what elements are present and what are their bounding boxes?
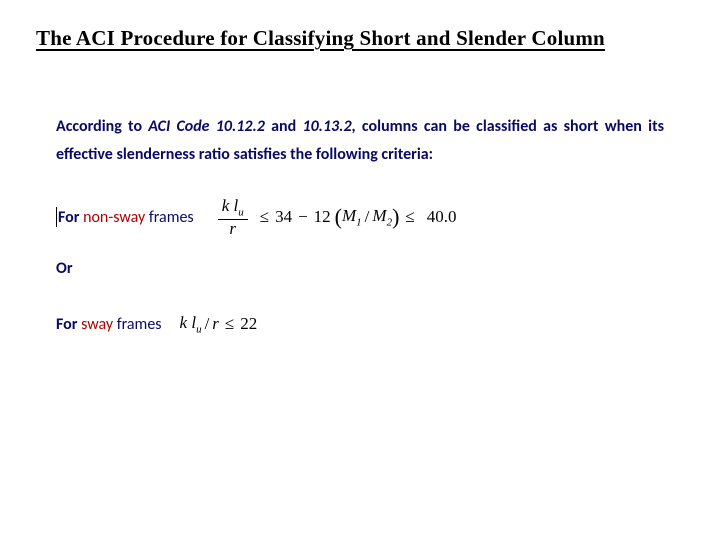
slide-page: The ACI Procedure for Classifying Short … (0, 0, 720, 346)
right-paren: ) (392, 206, 399, 228)
leq-3: ≤ (225, 314, 234, 334)
frames-word-2: frames (117, 315, 162, 334)
sway-inequality: k lu / r ≤ 22 (180, 313, 258, 335)
m1-sub: 1 (356, 216, 362, 228)
leq-1: ≤ (260, 207, 269, 227)
slenderness-fraction: k lu r (218, 197, 248, 238)
code-reference-2: 10.13.2 (302, 117, 351, 136)
nonsway-inequality: k lu r ≤ 34 − 12 ( M1 / M2 ) ≤ 40.0 (212, 197, 457, 238)
leq-2: ≤ (405, 207, 414, 227)
const-34: 34 (275, 207, 292, 227)
for-word: For (58, 208, 79, 227)
klu-var: k l (222, 196, 239, 215)
for-word-2: For (56, 315, 77, 334)
left-paren: ( (335, 206, 342, 228)
sway-lead: For sway frames (56, 315, 162, 334)
code-reference-1: ACI Code 10.12.2 (148, 117, 265, 136)
minus-op: − (298, 207, 308, 227)
sway-criteria-line: For sway frames k lu / r ≤ 22 (56, 302, 664, 346)
const-22: 22 (240, 314, 257, 334)
para-mid: and (265, 117, 303, 136)
klu-sub-2: u (196, 323, 202, 335)
nonsway-lead: For non-sway frames (58, 208, 194, 227)
m1-var: M1 (342, 206, 362, 228)
frames-word: frames (149, 208, 194, 227)
klu-var-2: k lu (180, 313, 202, 335)
intro-paragraph: According to ACI Code 10.12.2 and 10.13.… (56, 113, 664, 169)
or-separator: Or (56, 259, 664, 278)
m1-letter: M (342, 206, 356, 225)
const-12: 12 (314, 207, 331, 227)
nonsway-criteria-line: For non-sway frames k lu r ≤ 34 − 12 ( M… (56, 195, 664, 239)
fraction-numerator: k lu (218, 197, 248, 219)
fraction-denominator: r (225, 220, 240, 238)
klu-sub: u (238, 206, 244, 218)
r-var: r (212, 314, 219, 334)
const-40: 40.0 (427, 207, 457, 227)
klu-letters-2: k l (180, 313, 197, 332)
text-cursor (56, 207, 57, 227)
div-slash: / (205, 314, 210, 334)
ratio-slash: / (365, 207, 370, 227)
sway-type: sway (81, 315, 113, 334)
body-block: According to ACI Code 10.12.2 and 10.13.… (36, 113, 684, 346)
para-lead: According to (56, 117, 148, 136)
nonsway-type: non-sway (83, 208, 145, 227)
page-title: The ACI Procedure for Classifying Short … (36, 26, 684, 51)
m2-var: M2 (372, 206, 392, 228)
m2-letter: M (372, 206, 386, 225)
